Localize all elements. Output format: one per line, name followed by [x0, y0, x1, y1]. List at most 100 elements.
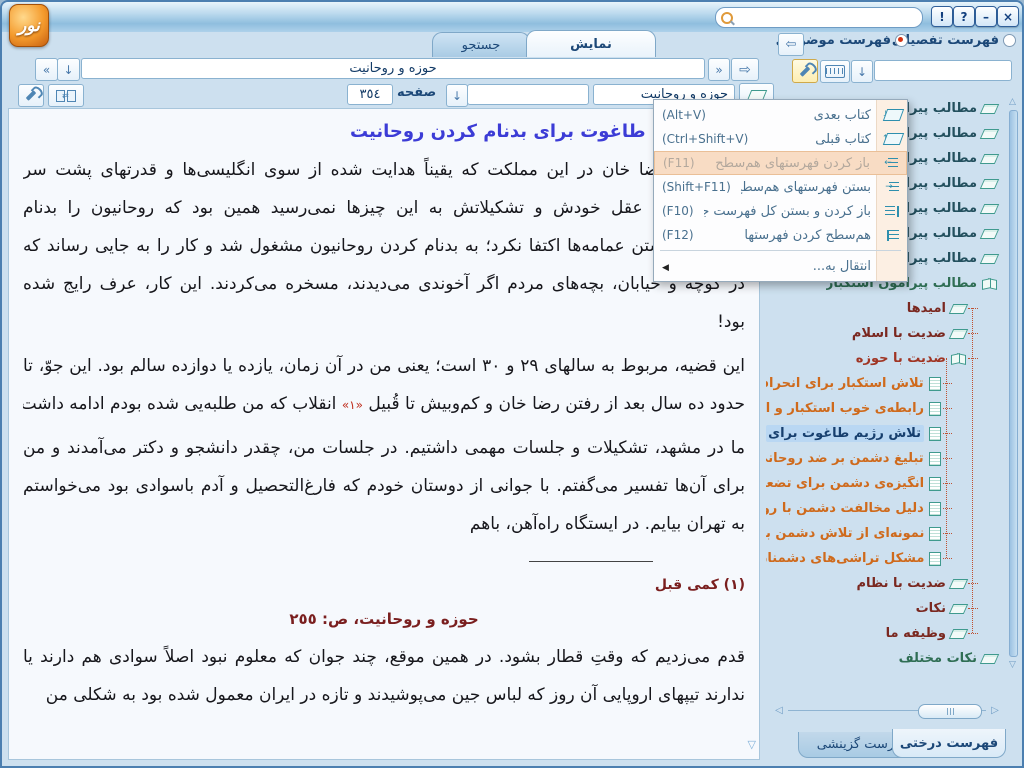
menu-item-next-book[interactable]: ↓ کتاب بعدی (Alt+V)	[654, 103, 907, 127]
document-icon	[929, 377, 941, 391]
sidebar-settings-button[interactable]	[792, 59, 818, 83]
alert-button[interactable]: !	[931, 6, 953, 27]
book-closed-icon	[980, 104, 999, 114]
navigation-toolbar: « ↓ » ⇨	[8, 56, 760, 81]
body-line: قدم می‌زدیم که وقتِ قطار بشود. در همین م…	[23, 638, 745, 676]
tree-item-selected[interactable]: تلاش رژیم طاغوت برای بد	[766, 421, 1003, 446]
book-closed-icon	[980, 179, 999, 189]
wrench-icon	[800, 66, 811, 77]
tree-item[interactable]: دلیل مخالفت دشمن با روح	[766, 496, 1003, 521]
search-icon	[721, 12, 733, 24]
page-number-input[interactable]	[347, 84, 393, 105]
tree-horizontal-scrollbar[interactable]: ◁ ▷	[772, 703, 1002, 718]
toggle-current-list-icon	[877, 206, 907, 217]
book-closed-icon	[980, 129, 999, 139]
menu-item-previous-book[interactable]: ↑ کتاب قبلی (Ctrl+Shift+V)	[654, 127, 907, 151]
content-panel: نمایش جستجو « ↓ » ⇨ ⇄ صفحه ↓	[8, 30, 760, 760]
goto-down-button[interactable]: ↓	[446, 84, 468, 107]
page-heading: حوزه و روحانیت، ص: ٢٥٥	[23, 600, 745, 638]
tree-item[interactable]: مشکل تراشی‌های دشمنان به	[766, 546, 1003, 571]
document-icon	[929, 452, 941, 466]
tree-item[interactable]: انگیزه‌ی دشمن برای تضعیف	[766, 471, 1003, 496]
document-icon	[929, 402, 941, 416]
minimize-button[interactable]: –	[975, 6, 997, 27]
tree-item[interactable]: تلاش استکبار برای انحراف	[766, 371, 1003, 396]
down-button[interactable]: ↓	[57, 58, 80, 81]
tree-item[interactable]: امیدها	[766, 296, 1003, 321]
path-input[interactable]	[81, 58, 705, 79]
keyboard-button[interactable]	[820, 60, 850, 83]
keyboard-icon	[825, 65, 845, 78]
back-button[interactable]: «	[35, 58, 58, 81]
scrollbar-thumb[interactable]	[1009, 110, 1018, 657]
sidebar-toolbar: ↓	[764, 58, 1020, 83]
merge-view-button[interactable]: ⇄	[48, 84, 84, 107]
book-closed-icon	[949, 629, 968, 639]
document-view[interactable]: تلاش رژیم طاغوت برای بدنام کردن روحانیت …	[8, 108, 760, 760]
document-icon	[929, 427, 941, 441]
footnote-separator	[529, 561, 653, 562]
book-closed-icon	[980, 654, 999, 664]
scrollbar-thumb[interactable]	[918, 704, 982, 719]
body-line: کند. به برداشتن عمامه‌ها اکتفا نکرد؛ به …	[23, 227, 745, 265]
body-line: او بود؛ چون عقل خودش و تشکیلاتش به این چ…	[23, 189, 745, 227]
menu-item-toggle-current-list[interactable]: باز کردن و بستن کل فهرست جاری (F10)	[654, 199, 907, 223]
tree-item[interactable]: نکات مختلف	[766, 646, 1003, 671]
body-line: این قضیه، مربوط به سالهای ٢٩ و ٣٠ است؛ ی…	[23, 347, 745, 385]
tree-item[interactable]: وظیفه ما	[766, 621, 1003, 646]
next-book-icon: ↓	[877, 109, 907, 121]
tree-item[interactable]: ضدیت با اسلام	[766, 321, 1003, 346]
tab-display[interactable]: نمایش	[526, 30, 656, 57]
titlebar-search-box[interactable]	[715, 7, 923, 28]
title-bar: نور ! ? – ×	[2, 2, 1022, 32]
book-closed-icon	[980, 204, 999, 214]
body-line: حدود ده سال بعد از رفتن رضا خان و کم‌وبی…	[23, 385, 745, 423]
wrench-icon	[26, 90, 37, 101]
tab-search[interactable]: جستجو	[432, 32, 530, 57]
tree-item[interactable]: ضدیت با نظام	[766, 571, 1003, 596]
sidebar-search-input[interactable]	[874, 60, 1012, 81]
document-icon	[929, 527, 941, 541]
tree-item[interactable]: ضدیت با حوزه	[766, 346, 1003, 371]
tree-item[interactable]: رابطه‌ی خوب استکبار و اس	[766, 396, 1003, 421]
forward-button[interactable]: »	[708, 58, 730, 81]
scroll-left-icon[interactable]: ◁	[772, 704, 786, 717]
scroll-up-icon[interactable]: △	[1006, 96, 1019, 108]
scroll-down-icon[interactable]: ▽	[748, 738, 756, 751]
tab-tree-list[interactable]: فهرست درختی	[892, 729, 1006, 758]
close-same-level-icon: →	[877, 182, 907, 192]
radio-detailed-list[interactable]: فهرست تفصیلی	[892, 33, 1016, 48]
scroll-right-icon[interactable]: ▷	[988, 704, 1002, 717]
body-line: ندارند تیپهای اروپایی آن روز که لباس جین…	[23, 676, 745, 714]
tree-vertical-scrollbar[interactable]: △ ▽	[1006, 96, 1019, 671]
close-button[interactable]: ×	[997, 6, 1019, 27]
flatten-lists-icon	[877, 230, 907, 241]
tree-item[interactable]: نمونه‌ای از تلاش دشمن برای	[766, 521, 1003, 546]
goto-input[interactable]	[467, 84, 589, 105]
section-title: تلاش رژیم طاغوت برای بدنام کردن روحانیت	[23, 117, 745, 151]
book-closed-icon	[949, 604, 968, 614]
book-closed-icon	[949, 329, 968, 339]
collapse-panel-button[interactable]: ⇦	[778, 33, 804, 56]
menu-item-move-to[interactable]: انتقال به... ◀	[654, 254, 907, 278]
go-arrow-button[interactable]: ⇨	[731, 58, 759, 81]
app-logo: نور	[9, 4, 49, 47]
radio-circle-icon	[1003, 34, 1016, 47]
previous-book-icon: ↑	[877, 133, 907, 145]
book-closed-icon	[980, 254, 999, 264]
body-line: بود!	[23, 303, 745, 341]
help-button[interactable]: ?	[953, 6, 975, 27]
tree-item[interactable]: تبلیغ دشمن بر ضد روحانی	[766, 446, 1003, 471]
menu-item-close-same-level-lists[interactable]: → بستن فهرستهای هم‌سطح (Shift+F11)	[654, 175, 907, 199]
sidebar-down-button[interactable]: ↓	[851, 60, 873, 83]
open-same-level-icon: ←	[876, 158, 906, 168]
page-label: صفحه	[397, 85, 436, 100]
menu-item-flatten-lists[interactable]: هم‌سطح کردن فهرستها (F12)	[654, 223, 907, 247]
footnote-marker[interactable]: «١»	[342, 398, 363, 412]
footnote-text: (١) کمی قبل	[23, 570, 745, 600]
settings-button[interactable]	[18, 84, 44, 107]
book-open-icon	[951, 354, 966, 363]
tree-item[interactable]: نکات	[766, 596, 1003, 621]
scroll-down-icon[interactable]: ▽	[1006, 659, 1019, 671]
menu-item-open-same-level-lists[interactable]: ← باز کردن فهرستهای هم‌سطح (F11)	[654, 151, 907, 175]
